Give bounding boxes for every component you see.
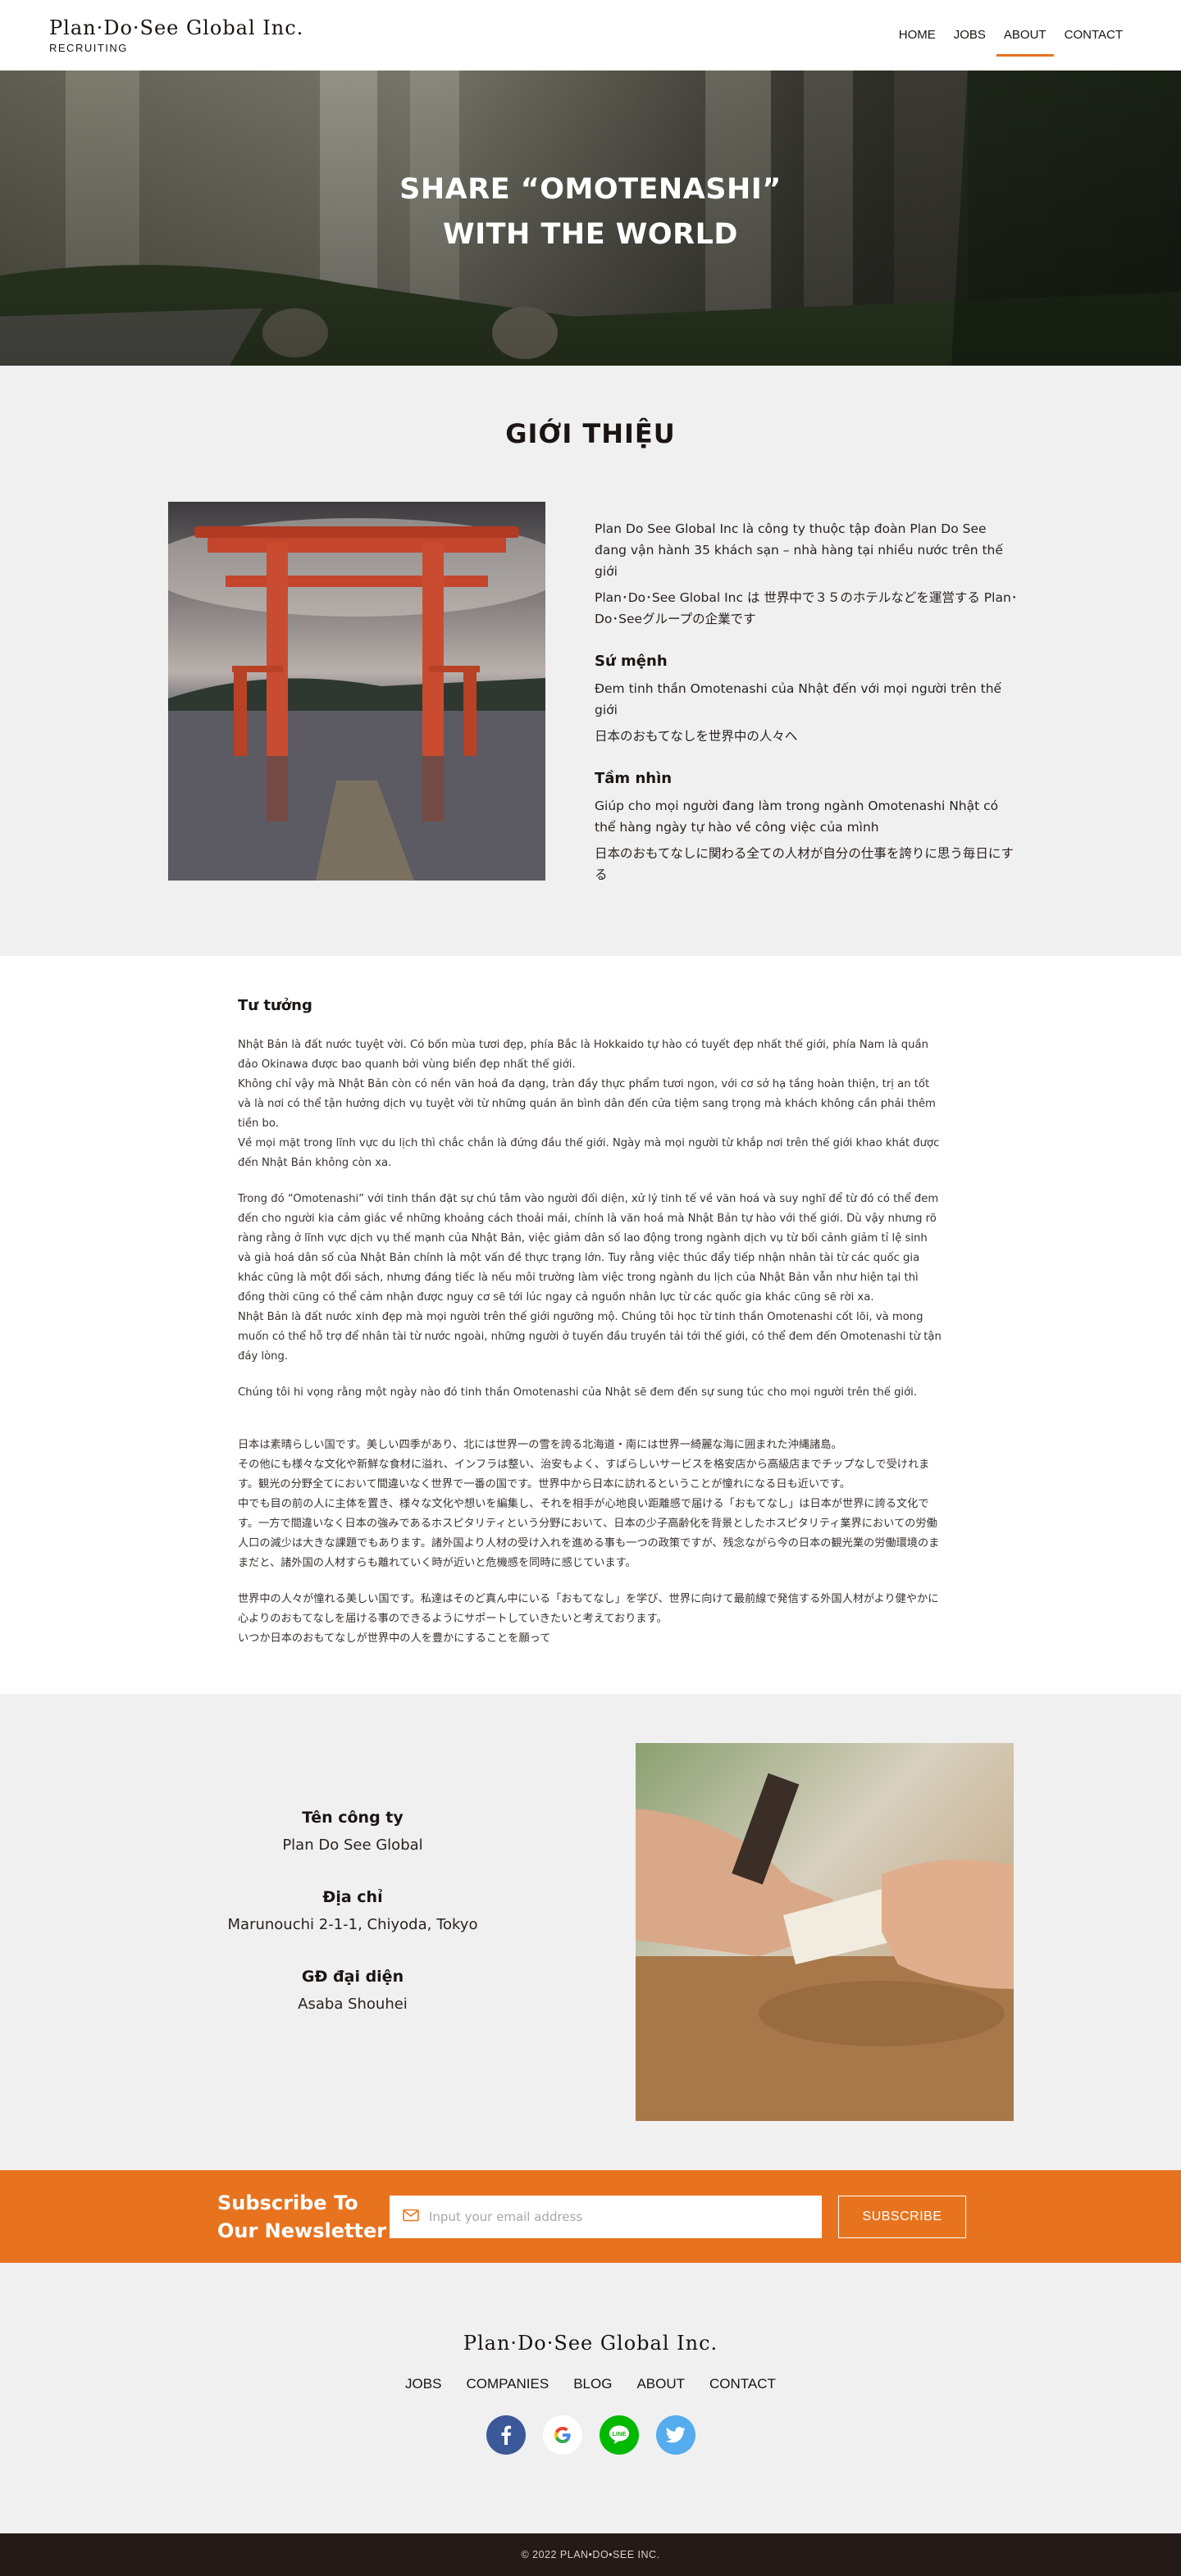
mission-title: Sứ mệnh bbox=[595, 653, 668, 670]
line-icon[interactable]: LINE bbox=[599, 2415, 639, 2455]
company-name-label: Tên công ty bbox=[302, 1809, 404, 1827]
subscribe-button[interactable]: SUBSCRIBE bbox=[838, 2195, 966, 2238]
company-name-value: Plan Do See Global bbox=[282, 1836, 423, 1854]
philosophy-vi-2: Không chỉ vậy mà Nhật Bản còn có nền văn… bbox=[238, 1078, 936, 1130]
philosophy-vi-5: Nhật Bản là đất nước xinh đẹp mà mọi ngư… bbox=[238, 1311, 942, 1363]
philosophy-ja-2: その他にも様々な文化や新鮮な食材に溢れ、インフラは整い、治安もよく、すばらしいサ… bbox=[238, 1459, 930, 1491]
nav-jobs[interactable]: JOBS bbox=[945, 19, 995, 52]
company-address-label: Địa chỉ bbox=[322, 1888, 383, 1906]
logo-subtitle: RECRUITING bbox=[49, 42, 128, 54]
hero-title-line2: WITH THE WORLD bbox=[443, 218, 738, 251]
vision-vi: Giúp cho mọi người đang làm trong ngành … bbox=[595, 799, 999, 835]
company-representative-value: Asaba Shouhei bbox=[298, 1996, 408, 2013]
nav-about[interactable]: ABOUT bbox=[995, 19, 1056, 57]
philosophy-vi-4: Trong đó “Omotenashi” với tinh thần đặt … bbox=[238, 1193, 939, 1304]
philosophy-title: Tư tưởng bbox=[238, 997, 312, 1014]
newsletter-title-line1: Subscribe To bbox=[217, 2191, 358, 2214]
business-card-image bbox=[636, 1743, 1014, 2121]
company-address-value: Marunouchi 2-1-1, Chiyoda, Tokyo bbox=[227, 1916, 478, 1933]
intro-paragraph-vi: Plan Do See Global Inc là công ty thuộc … bbox=[595, 521, 1003, 579]
philosophy-section: Tư tưởng Nhật Bản là đất nước tuyệt vời.… bbox=[0, 956, 1181, 1694]
newsletter-title: Subscribe To Our Newsletter bbox=[217, 2189, 390, 2245]
twitter-icon[interactable] bbox=[655, 2415, 695, 2455]
newsletter-email-input[interactable] bbox=[429, 2209, 806, 2224]
footer-logo[interactable]: Plan·Do·See Global Inc. bbox=[0, 2332, 1181, 2355]
footer-nav-jobs[interactable]: JOBS bbox=[405, 2376, 441, 2392]
footer-nav-companies[interactable]: COMPANIES bbox=[466, 2376, 549, 2392]
logo-title: Plan·Do·See Global Inc. bbox=[49, 16, 304, 39]
company-representative-item: GĐ đại diện Asaba Shouhei bbox=[123, 1968, 582, 2013]
philosophy-ja-5: いつか日本のおもてなしが世界中の人を豊かにすることを願って bbox=[238, 1632, 551, 1645]
site-header: Plan·Do·See Global Inc. RECRUITING HOME … bbox=[0, 0, 1181, 71]
site-logo[interactable]: Plan·Do·See Global Inc. RECRUITING bbox=[49, 16, 303, 54]
intro-section: GIỚI THIỆU Plan Do See Global Inc là côn… bbox=[0, 366, 1181, 956]
intro-text: Plan Do See Global Inc là công ty thuộc … bbox=[595, 502, 1021, 890]
newsletter-section: Subscribe To Our Newsletter SUBSCRIBE bbox=[0, 2170, 1181, 2263]
mission-vi: Đem tinh thần Omotenashi của Nhật đến vớ… bbox=[595, 681, 1002, 717]
social-links: LINE bbox=[0, 2415, 1181, 2455]
footer-nav-blog[interactable]: BLOG bbox=[573, 2376, 612, 2392]
hero-title: SHARE “OMOTENASHI” WITH THE WORLD bbox=[0, 167, 1181, 257]
company-name-item: Tên công ty Plan Do See Global bbox=[123, 1809, 582, 1854]
philosophy-vi-6: Chúng tôi hi vọng rằng một ngày nào đó t… bbox=[238, 1386, 918, 1399]
main-nav: HOME JOBS ABOUT CONTACT bbox=[890, 19, 1132, 57]
company-representative-label: GĐ đại diện bbox=[301, 1968, 404, 1986]
copyright: © 2022 PLAN•DO•SEE INC. bbox=[0, 2533, 1181, 2576]
philosophy-ja-4: 世界中の人々が憧れる美しい国です。私達はそのど真ん中にいる「おもてなし」を学び、… bbox=[238, 1593, 939, 1625]
intro-heading: GIỚI THIỆU bbox=[505, 418, 676, 449]
hero-banner: SHARE “OMOTENASHI” WITH THE WORLD bbox=[0, 71, 1181, 366]
mission-ja: 日本のおもてなしを世界中の人々へ bbox=[595, 729, 798, 744]
footer-nav-about[interactable]: ABOUT bbox=[636, 2376, 685, 2392]
site-footer: Plan·Do·See Global Inc. JOBS COMPANIES B… bbox=[0, 2263, 1181, 2533]
vision-title: Tầm nhìn bbox=[595, 770, 673, 787]
company-info-section: Tên công ty Plan Do See Global Địa chỉ M… bbox=[0, 1694, 1181, 2170]
philosophy-vi-1: Nhật Bản là đất nước tuyệt vời. Có bốn m… bbox=[238, 1039, 928, 1071]
intro-body: Plan Do See Global Inc là công ty thuộc … bbox=[168, 502, 1181, 890]
hero-title-line1: SHARE “OMOTENASHI” bbox=[399, 173, 782, 206]
svg-text:LINE: LINE bbox=[612, 2430, 626, 2437]
philosophy-ja-3: 中でも目の前の人に主体を置き、様々な文化や想いを編集し、それを相手が心地良い距離… bbox=[238, 1498, 940, 1569]
philosophy-ja-1: 日本は素晴らしい国です。美しい四季があり、北には世界一の雪を誇る北海道・南には世… bbox=[238, 1439, 842, 1451]
company-address-item: Địa chỉ Marunouchi 2-1-1, Chiyoda, Tokyo bbox=[123, 1888, 582, 1933]
footer-nav-contact[interactable]: CONTACT bbox=[709, 2376, 776, 2392]
facebook-icon[interactable] bbox=[486, 2415, 526, 2455]
philosophy-vi-3: Về mọi mặt trong lĩnh vực du lịch thì ch… bbox=[238, 1137, 940, 1169]
nav-contact[interactable]: CONTACT bbox=[1056, 19, 1132, 52]
newsletter-title-line2: Our Newsletter bbox=[217, 2219, 387, 2242]
company-info-list: Tên công ty Plan Do See Global Địa chỉ M… bbox=[123, 1743, 582, 2121]
vision-ja: 日本のおもてなしに関わる全ての人材が自分の仕事を誇りに思う毎日にする bbox=[595, 846, 1015, 882]
torii-gate-image bbox=[168, 502, 545, 881]
mail-icon bbox=[403, 2209, 419, 2225]
nav-home[interactable]: HOME bbox=[890, 19, 945, 52]
newsletter-email-field[interactable] bbox=[390, 2195, 822, 2238]
footer-nav: JOBS COMPANIES BLOG ABOUT CONTACT bbox=[0, 2376, 1181, 2392]
intro-paragraph-ja: Plan･Do･See Global Inc は 世界中で３５のホテルなどを運営… bbox=[595, 590, 1018, 626]
google-icon[interactable] bbox=[542, 2415, 582, 2455]
